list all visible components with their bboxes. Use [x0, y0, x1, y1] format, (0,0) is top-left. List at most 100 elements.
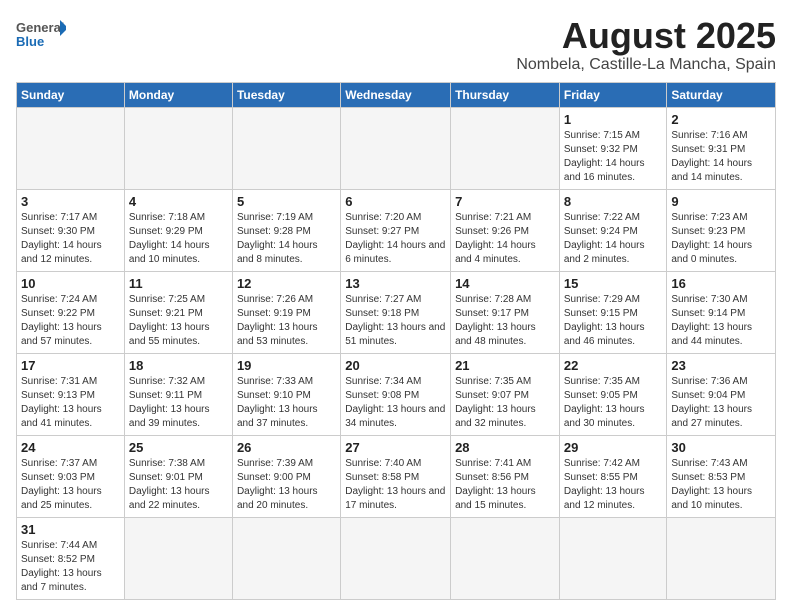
day-info: Sunrise: 7:22 AM Sunset: 9:24 PM Dayligh…: [564, 211, 663, 267]
day-info: Sunrise: 7:41 AM Sunset: 8:56 PM Dayligh…: [455, 457, 555, 513]
day-number: 18: [129, 358, 228, 373]
day-info: Sunrise: 7:35 AM Sunset: 9:05 PM Dayligh…: [564, 375, 663, 431]
calendar-cell: 9 Sunrise: 7:23 AM Sunset: 9:23 PM Daylig…: [667, 189, 776, 271]
day-info: Sunrise: 7:23 AM Sunset: 9:23 PM Dayligh…: [671, 211, 771, 267]
calendar-cell: 2Sunrise: 7:16 AM Sunset: 9:31 PM Daylig…: [667, 107, 776, 189]
calendar-cell: 16 Sunrise: 7:30 AM Sunset: 9:14 PM Dayli…: [667, 271, 776, 353]
day-number: 29: [564, 440, 663, 455]
day-number: 21: [455, 358, 555, 373]
day-info: Sunrise: 7:26 AM Sunset: 9:19 PM Dayligh…: [237, 293, 336, 349]
day-number: 27: [345, 440, 446, 455]
calendar-table: SundayMondayTuesdayWednesdayThursdayFrid…: [16, 82, 776, 600]
calendar-cell: 11 Sunrise: 7:25 AM Sunset: 9:21 PM Dayli…: [124, 271, 232, 353]
calendar-cell: 18Sunrise: 7:32 AM Sunset: 9:11 PM Dayli…: [124, 353, 232, 435]
day-number: 24: [21, 440, 120, 455]
day-number: 23: [671, 358, 771, 373]
calendar-cell: 14 Sunrise: 7:28 AM Sunset: 9:17 PM Dayli…: [451, 271, 560, 353]
day-info: Sunrise: 7:43 AM Sunset: 8:53 PM Dayligh…: [671, 457, 771, 513]
weekday-header-monday: Monday: [124, 82, 232, 107]
day-number: 4: [129, 194, 228, 209]
calendar-cell: 12 Sunrise: 7:26 AM Sunset: 9:19 PM Dayli…: [232, 271, 340, 353]
weekday-header-thursday: Thursday: [451, 82, 560, 107]
logo: General Blue: [16, 16, 66, 56]
calendar-cell: 1 Sunrise: 7:15 AM Sunset: 9:32 PM Daylig…: [559, 107, 667, 189]
day-number: 19: [237, 358, 336, 373]
location-title: Nombela, Castille-La Mancha, Spain: [516, 56, 776, 74]
day-number: 16: [671, 276, 771, 291]
calendar-cell: [451, 517, 560, 599]
calendar-cell: [451, 107, 560, 189]
day-info: Sunrise: 7:28 AM Sunset: 9:17 PM Dayligh…: [455, 293, 555, 349]
calendar-cell: 27 Sunrise: 7:40 AM Sunset: 8:58 PM Dayli…: [341, 435, 451, 517]
weekday-header-friday: Friday: [559, 82, 667, 107]
weekday-header-row: SundayMondayTuesdayWednesdayThursdayFrid…: [17, 82, 776, 107]
day-info: Sunrise: 7:17 AM Sunset: 9:30 PM Dayligh…: [21, 211, 120, 267]
calendar-cell: 17 Sunrise: 7:31 AM Sunset: 9:13 PM Dayli…: [17, 353, 125, 435]
month-title: August 2025: [516, 16, 776, 56]
day-info: Sunrise: 7:31 AM Sunset: 9:13 PM Dayligh…: [21, 375, 120, 431]
svg-text:General: General: [16, 20, 64, 35]
day-number: 28: [455, 440, 555, 455]
day-number: 14: [455, 276, 555, 291]
day-number: 3: [21, 194, 120, 209]
calendar-cell: [667, 517, 776, 599]
week-row-3: 10 Sunrise: 7:24 AM Sunset: 9:22 PM Dayli…: [17, 271, 776, 353]
day-info: Sunrise: 7:19 AM Sunset: 9:28 PM Dayligh…: [237, 211, 336, 267]
calendar-cell: 15Sunrise: 7:29 AM Sunset: 9:15 PM Dayli…: [559, 271, 667, 353]
calendar-cell: [17, 107, 125, 189]
week-row-1: 1 Sunrise: 7:15 AM Sunset: 9:32 PM Daylig…: [17, 107, 776, 189]
calendar-cell: 5 Sunrise: 7:19 AM Sunset: 9:28 PM Daylig…: [232, 189, 340, 271]
calendar-cell: 19 Sunrise: 7:33 AM Sunset: 9:10 PM Dayli…: [232, 353, 340, 435]
day-info: Sunrise: 7:18 AM Sunset: 9:29 PM Dayligh…: [129, 211, 228, 267]
day-number: 17: [21, 358, 120, 373]
calendar-cell: 29 Sunrise: 7:42 AM Sunset: 8:55 PM Dayli…: [559, 435, 667, 517]
day-number: 7: [455, 194, 555, 209]
calendar-cell: 28 Sunrise: 7:41 AM Sunset: 8:56 PM Dayli…: [451, 435, 560, 517]
generalblue-logo: General Blue: [16, 16, 66, 56]
calendar-cell: 21Sunrise: 7:35 AM Sunset: 9:07 PM Dayli…: [451, 353, 560, 435]
calendar-cell: 23Sunrise: 7:36 AM Sunset: 9:04 PM Dayli…: [667, 353, 776, 435]
calendar-cell: [124, 107, 232, 189]
calendar-cell: [232, 517, 340, 599]
calendar-cell: 8 Sunrise: 7:22 AM Sunset: 9:24 PM Daylig…: [559, 189, 667, 271]
day-info: Sunrise: 7:15 AM Sunset: 9:32 PM Dayligh…: [564, 129, 663, 185]
weekday-header-sunday: Sunday: [17, 82, 125, 107]
day-number: 8: [564, 194, 663, 209]
day-info: Sunrise: 7:30 AM Sunset: 9:14 PM Dayligh…: [671, 293, 771, 349]
calendar-cell: 6 Sunrise: 7:20 AM Sunset: 9:27 PM Daylig…: [341, 189, 451, 271]
calendar-cell: 31Sunrise: 7:44 AM Sunset: 8:52 PM Dayli…: [17, 517, 125, 599]
weekday-header-wednesday: Wednesday: [341, 82, 451, 107]
weekday-header-tuesday: Tuesday: [232, 82, 340, 107]
day-number: 11: [129, 276, 228, 291]
calendar-cell: 7Sunrise: 7:21 AM Sunset: 9:26 PM Daylig…: [451, 189, 560, 271]
day-number: 20: [345, 358, 446, 373]
day-number: 6: [345, 194, 446, 209]
week-row-2: 3 Sunrise: 7:17 AM Sunset: 9:30 PM Daylig…: [17, 189, 776, 271]
week-row-6: 31Sunrise: 7:44 AM Sunset: 8:52 PM Dayli…: [17, 517, 776, 599]
day-info: Sunrise: 7:37 AM Sunset: 9:03 PM Dayligh…: [21, 457, 120, 513]
svg-text:Blue: Blue: [16, 34, 44, 49]
day-info: Sunrise: 7:24 AM Sunset: 9:22 PM Dayligh…: [21, 293, 120, 349]
day-number: 10: [21, 276, 120, 291]
calendar-cell: 20Sunrise: 7:34 AM Sunset: 9:08 PM Dayli…: [341, 353, 451, 435]
day-info: Sunrise: 7:20 AM Sunset: 9:27 PM Dayligh…: [345, 211, 446, 267]
day-info: Sunrise: 7:42 AM Sunset: 8:55 PM Dayligh…: [564, 457, 663, 513]
day-number: 9: [671, 194, 771, 209]
day-number: 1: [564, 112, 663, 127]
header: General Blue August 2025 Nombela, Castil…: [16, 16, 776, 74]
day-info: Sunrise: 7:40 AM Sunset: 8:58 PM Dayligh…: [345, 457, 446, 513]
day-info: Sunrise: 7:33 AM Sunset: 9:10 PM Dayligh…: [237, 375, 336, 431]
calendar-cell: 4 Sunrise: 7:18 AM Sunset: 9:29 PM Daylig…: [124, 189, 232, 271]
day-number: 26: [237, 440, 336, 455]
day-info: Sunrise: 7:38 AM Sunset: 9:01 PM Dayligh…: [129, 457, 228, 513]
day-info: Sunrise: 7:25 AM Sunset: 9:21 PM Dayligh…: [129, 293, 228, 349]
day-number: 5: [237, 194, 336, 209]
calendar-cell: 25 Sunrise: 7:38 AM Sunset: 9:01 PM Dayli…: [124, 435, 232, 517]
day-number: 25: [129, 440, 228, 455]
day-number: 22: [564, 358, 663, 373]
day-number: 15: [564, 276, 663, 291]
calendar-cell: [559, 517, 667, 599]
calendar-cell: 22 Sunrise: 7:35 AM Sunset: 9:05 PM Dayli…: [559, 353, 667, 435]
day-number: 12: [237, 276, 336, 291]
day-info: Sunrise: 7:27 AM Sunset: 9:18 PM Dayligh…: [345, 293, 446, 349]
